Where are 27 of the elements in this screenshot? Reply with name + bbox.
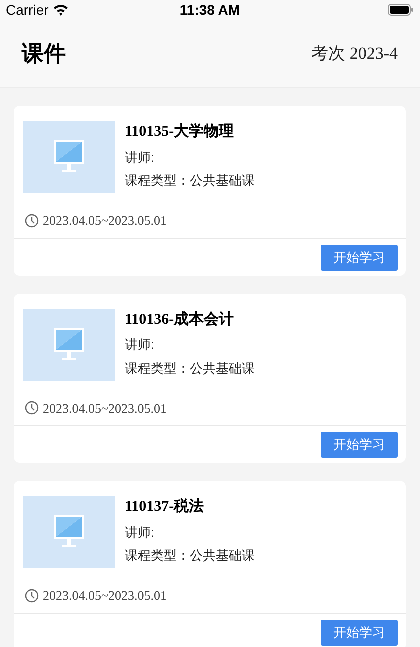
clock-icon bbox=[25, 401, 39, 416]
course-title: 110135-大学物理 bbox=[125, 122, 236, 142]
start-study-button[interactable]: 开始学习 bbox=[321, 244, 398, 270]
monitor-icon bbox=[54, 515, 84, 549]
course-type: 课程类型：公共基础课 bbox=[125, 547, 255, 565]
study-period: 2023.04.05~2023.05.01 bbox=[43, 400, 168, 418]
wifi-icon bbox=[52, 4, 69, 16]
monitor-icon bbox=[54, 328, 84, 362]
page-title: 课件 bbox=[22, 40, 66, 68]
exam-label: 考次 2023-4 bbox=[312, 42, 398, 65]
study-period: 2023.04.05~2023.05.01 bbox=[43, 212, 168, 230]
course-type: 课程类型：公共基础课 bbox=[125, 360, 255, 378]
status-time: 11:38 AM bbox=[180, 0, 240, 20]
course-type: 课程类型：公共基础课 bbox=[125, 172, 255, 190]
course-title: 110137-税法 bbox=[125, 497, 206, 517]
course-title: 110136-成本会计 bbox=[125, 310, 236, 330]
monitor-icon bbox=[54, 140, 84, 174]
teacher-label: 讲师: bbox=[125, 148, 156, 166]
carrier-label: Carrier bbox=[6, 0, 49, 20]
battery-icon bbox=[388, 4, 414, 16]
clock-icon bbox=[25, 588, 39, 603]
study-period: 2023.04.05~2023.05.01 bbox=[43, 587, 168, 605]
start-study-button[interactable]: 开始学习 bbox=[321, 620, 398, 646]
start-study-button[interactable]: 开始学习 bbox=[321, 432, 398, 458]
teacher-label: 讲师: bbox=[125, 336, 156, 354]
clock-icon bbox=[25, 214, 39, 228]
teacher-label: 讲师: bbox=[125, 524, 156, 542]
